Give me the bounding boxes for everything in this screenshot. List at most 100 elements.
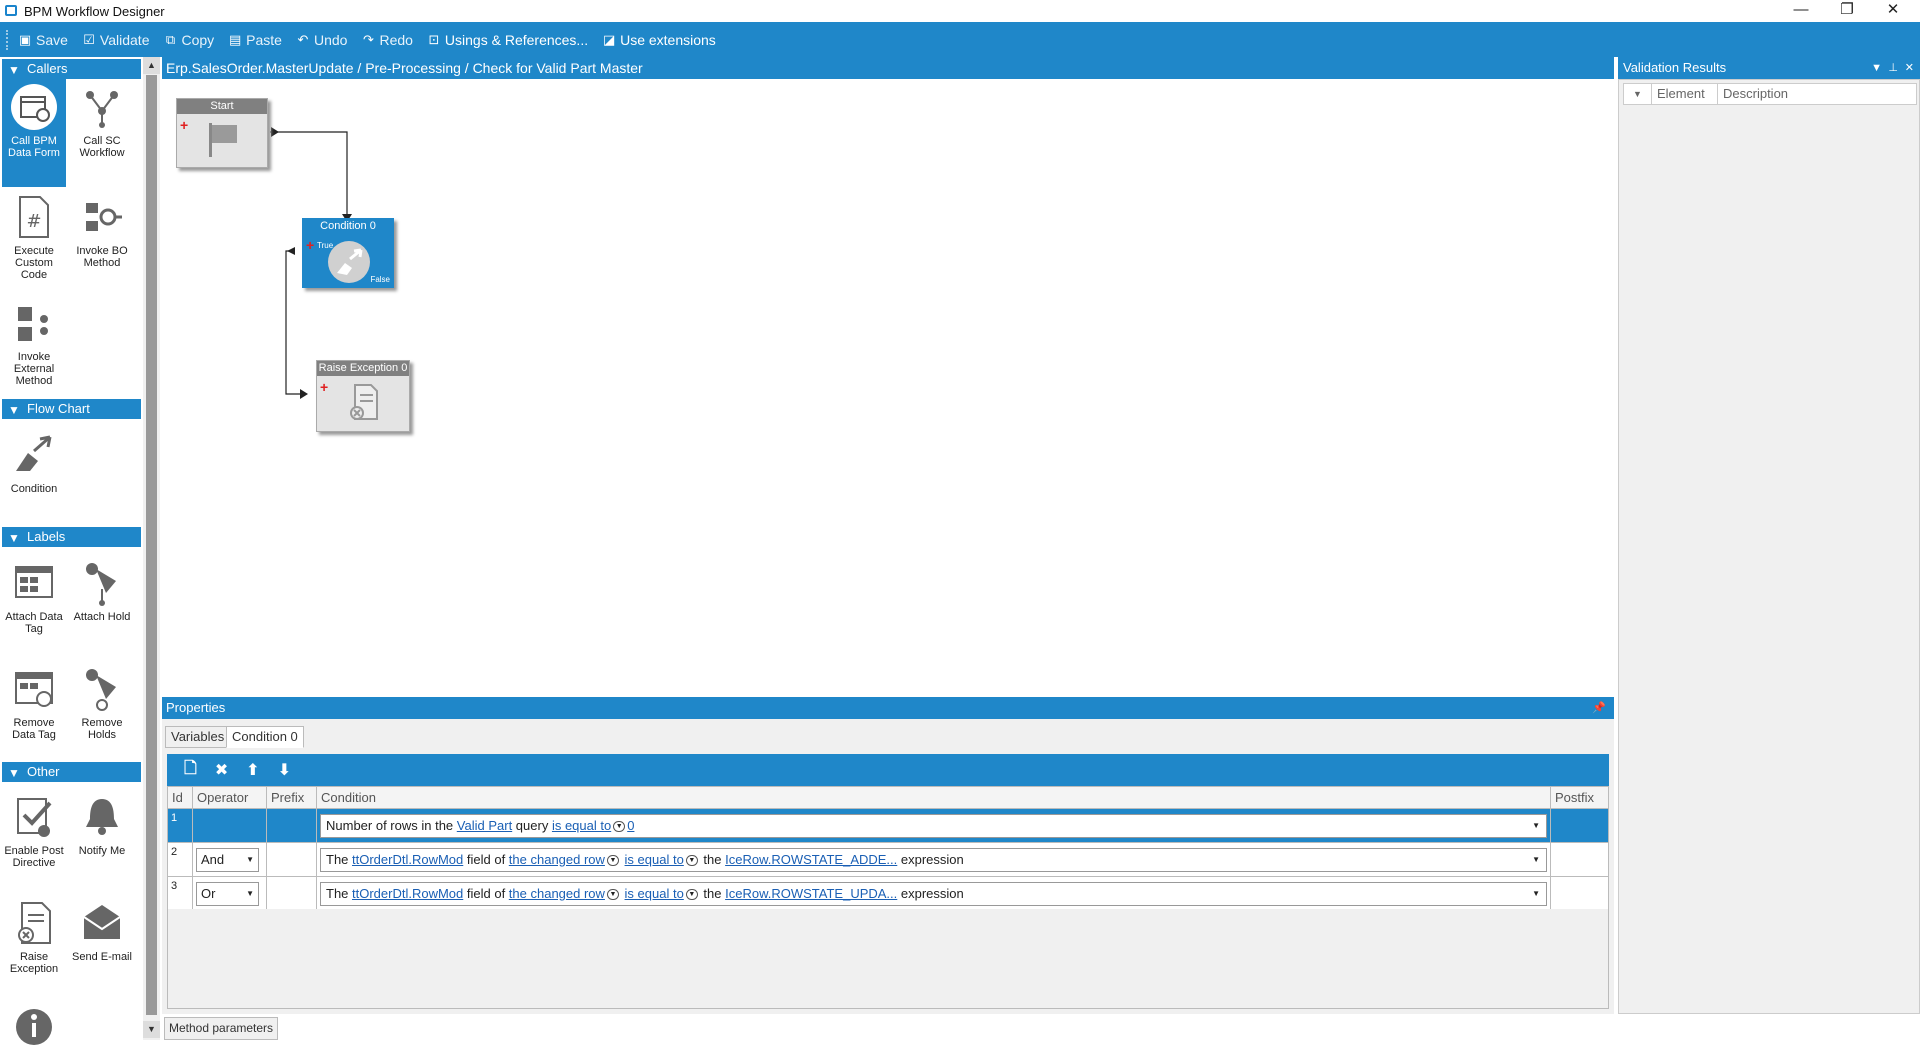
tool-invoke-external-method[interactable]: Invoke External Method [2,299,66,387]
validate-button[interactable]: ☑ Validate [82,32,149,48]
postfix-cell[interactable] [1550,876,1609,911]
close-icon[interactable]: ✕ [1905,57,1914,79]
save-button[interactable]: ▣ Save [18,32,68,48]
condition-expression[interactable]: Number of rows in the Valid Part query i… [320,813,1547,838]
filter-icon[interactable]: ▼ [1624,84,1652,104]
use-extensions-button[interactable]: ◪ Use extensions [602,32,716,48]
row-id: 1 [167,808,193,843]
chevron-down-icon[interactable]: ▼ [613,820,626,832]
column-condition[interactable]: Condition [316,786,1551,809]
copy-button[interactable]: ⧉ Copy [163,32,214,48]
prefix-cell[interactable] [266,842,317,877]
pin-icon[interactable]: ⊥ [1888,57,1898,79]
table-row[interactable]: 1 Number of rows in the Valid Part query… [167,808,1609,843]
query-link[interactable]: Valid Part [457,818,512,833]
dropdown-arrow-icon[interactable]: ▼ [246,849,254,871]
tool-condition[interactable]: Condition [2,431,66,495]
chevron-down-icon[interactable]: ▼ [685,854,698,866]
dropdown-arrow-icon[interactable]: ▼ [1871,57,1882,79]
tool-attach-data-tag[interactable]: Attach Data Tag [2,559,66,635]
comparison-link[interactable]: is equal to [552,818,611,833]
category-flow-chart[interactable]: ▼ Flow Chart [2,399,141,419]
operator-select[interactable]: And ▼ [196,847,259,872]
tool-notify-me[interactable]: Notify Me [70,793,134,857]
tool-execute-custom-code[interactable]: # Execute Custom Code [2,193,66,281]
prefix-cell[interactable] [266,808,317,843]
dropdown-arrow-icon[interactable]: ▼ [1532,849,1540,871]
category-labels[interactable]: ▼ Labels [2,527,141,547]
tab-condition[interactable]: Condition 0 [226,726,304,748]
value-link[interactable]: 0 [627,818,634,833]
delete-row-icon[interactable]: ✖ [215,760,228,780]
dropdown-arrow-icon[interactable]: ▼ [1532,883,1540,905]
column-operator[interactable]: Operator [192,786,267,809]
comparison-link[interactable]: is equal to [625,852,684,867]
new-row-icon[interactable]: 🗋 [184,757,197,784]
scroll-down-arrow[interactable]: ▼ [143,1021,160,1038]
add-icon[interactable]: + [306,237,314,253]
tool-enable-post-directive[interactable]: Enable Post Directive [2,793,66,869]
restore-button[interactable]: ❐ [1824,0,1870,22]
tool-remove-data-tag[interactable]: Remove Data Tag [2,665,66,741]
postfix-cell[interactable] [1550,842,1609,877]
expression-link[interactable]: IceRow.ROWSTATE_ADDE... [725,852,897,867]
tool-call-bpm-data-form[interactable]: Call BPM Data Form [2,79,66,187]
condition-cell[interactable]: The ttOrderDtl.RowMod field of the chang… [316,842,1551,877]
condition-cell[interactable]: The ttOrderDtl.RowMod field of the chang… [316,876,1551,911]
column-prefix[interactable]: Prefix [266,786,317,809]
column-id[interactable]: Id [167,786,193,809]
tool-remove-holds[interactable]: Remove Holds [70,665,134,741]
row-link[interactable]: the changed row [509,852,605,867]
tab-method-parameters[interactable]: Method parameters [164,1017,279,1040]
dropdown-arrow-icon[interactable]: ▼ [246,883,254,905]
tab-variables[interactable]: Variables [165,726,231,748]
condition-cell[interactable]: Number of rows in the Valid Part query i… [316,808,1551,843]
table-row[interactable]: 2 And ▼ The ttOrderDtl.RowMod field of t… [167,842,1609,877]
scroll-up-arrow[interactable]: ▲ [143,57,160,74]
field-link[interactable]: ttOrderDtl.RowMod [352,886,463,901]
chevron-down-icon[interactable]: ▼ [606,888,619,900]
tool-raise-exception[interactable]: Raise Exception [2,899,66,975]
usings-references-button[interactable]: ⊡ Usings & References... [427,32,588,48]
row-link[interactable]: the changed row [509,886,605,901]
toolbox-scroll-thumb[interactable] [146,75,157,1015]
move-down-icon[interactable]: ⬇ [278,760,291,780]
category-other[interactable]: ▼ Other [2,762,141,782]
redo-button[interactable]: ↷ Redo [361,32,413,48]
tool-invoke-bo-method[interactable]: Invoke BO Method [70,193,134,269]
condition-expression[interactable]: The ttOrderDtl.RowMod field of the chang… [320,881,1547,906]
tool-call-sc-workflow[interactable]: Call SC Workflow [70,83,134,159]
prefix-cell[interactable] [266,876,317,911]
raise-exception-node[interactable]: Raise Exception 0 + [316,360,410,432]
operator-cell[interactable]: And ▼ [192,842,267,877]
dropdown-arrow-icon[interactable]: ▼ [1532,815,1540,837]
category-callers[interactable]: ▼ Callers [2,59,141,79]
operator-cell[interactable]: Or ▼ [192,876,267,911]
tool-send-email[interactable]: Send E-mail [70,899,134,963]
chevron-down-icon[interactable]: ▼ [606,854,619,866]
add-icon[interactable]: + [180,117,188,133]
expression-link[interactable]: IceRow.ROWSTATE_UPDA... [725,886,897,901]
move-up-icon[interactable]: ⬆ [246,760,259,780]
condition-expression[interactable]: The ttOrderDtl.RowMod field of the chang… [320,847,1547,872]
tool-info[interactable] [2,1003,66,1055]
paste-button[interactable]: ▤ Paste [228,32,282,48]
column-postfix[interactable]: Postfix [1550,786,1609,809]
column-element[interactable]: Element [1652,84,1718,104]
tool-attach-hold[interactable]: Attach Hold [70,559,134,623]
undo-button[interactable]: ↶ Undo [296,32,348,48]
minimize-button[interactable]: — [1778,0,1824,22]
comparison-link[interactable]: is equal to [625,886,684,901]
add-icon[interactable]: + [320,379,328,395]
chevron-down-icon[interactable]: ▼ [685,888,698,900]
condition-node[interactable]: Condition 0 + True False [302,218,394,288]
column-description[interactable]: Description [1718,84,1916,104]
operator-select[interactable]: Or ▼ [196,881,259,906]
postfix-cell[interactable] [1550,808,1609,843]
field-link[interactable]: ttOrderDtl.RowMod [352,852,463,867]
start-node[interactable]: Start + [176,98,268,168]
operator-cell[interactable] [192,808,267,843]
pin-icon[interactable]: 📌 [1592,697,1606,719]
table-row[interactable]: 3 Or ▼ The ttOrderDtl.RowMod field of th… [167,876,1609,911]
close-button[interactable]: ✕ [1870,0,1916,22]
